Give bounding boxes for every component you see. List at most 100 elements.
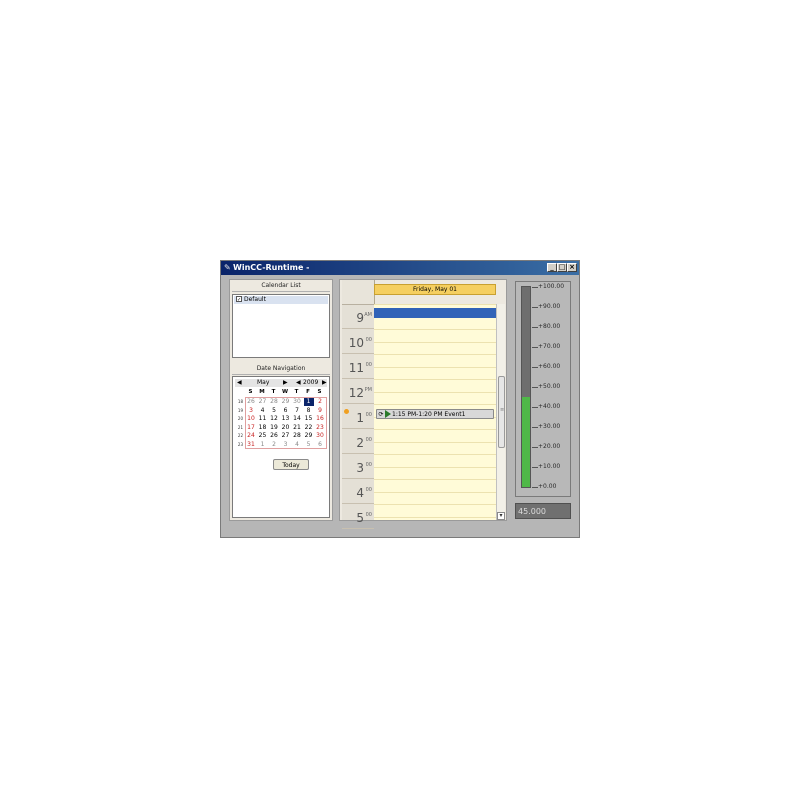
calendar-day[interactable]: 26: [246, 398, 256, 406]
gauge-scale-label: +100.00: [538, 283, 565, 290]
hour-slot: 10 00: [342, 329, 374, 354]
gauge-scale-label: +70.00: [538, 343, 561, 350]
gauge-scale-label: +60.00: [538, 363, 561, 370]
left-panel: Calendar List ✓ Default Date Navigation ◀…: [229, 279, 333, 521]
date-navigation-header: Date Navigation: [232, 364, 330, 375]
weekday-label: T: [294, 389, 299, 395]
app-icon: ✎: [224, 263, 231, 272]
hour-label: 3: [356, 461, 364, 475]
calendar-day[interactable]: 1: [303, 398, 314, 406]
calendar-day[interactable]: 29: [304, 432, 314, 440]
selected-time-slot[interactable]: [374, 308, 496, 318]
calendar-day[interactable]: 12: [269, 415, 279, 423]
calendar-day[interactable]: 3: [281, 441, 291, 449]
calendar-day[interactable]: 19: [269, 424, 279, 432]
calendar-day[interactable]: 30: [315, 432, 325, 440]
calendar-day[interactable]: 6: [315, 441, 325, 449]
hour-label: 10: [348, 336, 364, 350]
calendar-list: ✓ Default: [232, 294, 330, 358]
calendar-checkbox[interactable]: ✓: [236, 296, 242, 303]
calendar-day[interactable]: 8: [304, 407, 314, 415]
grid-line: [374, 366, 496, 368]
calendar-list-item[interactable]: ✓ Default: [234, 296, 328, 304]
gauge-track: [521, 286, 531, 488]
calendar-day[interactable]: 27: [281, 432, 291, 440]
scroll-down-icon[interactable]: ▾: [497, 512, 505, 520]
gauge-scale-label: +90.00: [538, 303, 561, 310]
calendar-day[interactable]: 6: [281, 407, 291, 415]
grid-line: [374, 516, 496, 518]
week-number: 18: [237, 399, 243, 404]
calendar-day[interactable]: 11: [258, 415, 268, 423]
calendar-day[interactable]: 21: [292, 424, 302, 432]
calendar-day[interactable]: 1: [258, 441, 268, 449]
grid-line: [374, 304, 496, 305]
title-bar[interactable]: ✎ WinCC-Runtime - _ □ ×: [221, 261, 579, 275]
prev-year-icon[interactable]: ◀: [296, 379, 301, 387]
gauge-scale-label: +40.00: [538, 403, 561, 410]
next-year-icon[interactable]: ▶: [322, 379, 327, 387]
hour-slot: 12 PM: [342, 379, 374, 404]
calendar-day[interactable]: 15: [304, 415, 314, 423]
calendar-day[interactable]: 29: [281, 398, 291, 406]
calendar-day[interactable]: 9: [315, 407, 325, 415]
gauge-scale-label: +10.00: [538, 463, 561, 470]
calendar-day[interactable]: 17: [246, 424, 256, 432]
grid-line: [374, 391, 496, 393]
prev-month-icon[interactable]: ◀: [237, 379, 242, 387]
gauge-fill: [522, 397, 530, 487]
calendar-day[interactable]: 28: [292, 432, 302, 440]
event-item[interactable]: ⟳ 1:15 PM-1:20 PM Event1: [376, 409, 494, 419]
day-date-header[interactable]: Friday, May 01: [374, 284, 496, 295]
day-view-scrollbar[interactable]: ≡ ▾: [496, 304, 505, 520]
calendar-day[interactable]: 25: [258, 432, 268, 440]
next-month-icon[interactable]: ▶: [283, 379, 288, 387]
minimize-button[interactable]: _: [547, 263, 557, 272]
today-button[interactable]: Today: [273, 459, 309, 470]
calendar-day[interactable]: 30: [292, 398, 302, 406]
calendar-day[interactable]: 23: [315, 424, 325, 432]
calendar-day[interactable]: 4: [292, 441, 302, 449]
time-column: 9 AM 10 00 11 00 12 PM 1 00 2 00 3 00 4 00 5 00: [342, 280, 375, 529]
calendar-day[interactable]: 20: [281, 424, 291, 432]
grid-line: [374, 504, 496, 505]
value-readout: 45.000: [515, 503, 571, 519]
grid-line: [374, 491, 496, 493]
hour-suffix: 00: [365, 362, 372, 368]
hour-label: 11: [348, 361, 364, 375]
calendar-day[interactable]: 4: [258, 407, 268, 415]
calendar-day[interactable]: 7: [292, 407, 302, 415]
time-column-corner: [342, 280, 374, 305]
current-time-marker: [344, 409, 349, 414]
calendar-day[interactable]: 26: [269, 432, 279, 440]
calendar-day[interactable]: 22: [304, 424, 314, 432]
bar-gauge: +100.00 +90.00 +80.00 +70.00 +60.00 +50.00 +40…: [515, 281, 571, 497]
calendar-day[interactable]: 5: [269, 407, 279, 415]
calendar-day[interactable]: 24: [246, 432, 256, 440]
grid-line: [374, 454, 496, 455]
gauge-scale-label: +20.00: [538, 443, 561, 450]
calendar-day[interactable]: 10: [246, 415, 256, 423]
calendar-day[interactable]: 31: [246, 441, 256, 449]
calendar-day[interactable]: 2: [269, 441, 279, 449]
scrollbar-thumb[interactable]: ≡: [498, 376, 505, 448]
calendar-day[interactable]: 27: [258, 398, 268, 406]
weekday-label: F: [306, 389, 310, 395]
calendar-day[interactable]: 18: [258, 424, 268, 432]
week-number: 21: [237, 424, 243, 430]
recurrence-icon: ⟳: [378, 411, 384, 418]
calendar-day[interactable]: 28: [269, 398, 279, 406]
hour-suffix: 00: [365, 487, 372, 493]
close-button[interactable]: ×: [567, 263, 577, 272]
day-view: 9 AM 10 00 11 00 12 PM 1 00 2 00 3 00 4 00 5 00 Friday, M…: [339, 279, 507, 529]
calendar-day[interactable]: 16: [315, 415, 325, 423]
calendar-day[interactable]: 3: [246, 407, 256, 415]
calendar-day[interactable]: 14: [292, 415, 302, 423]
calendar-day[interactable]: 5: [304, 441, 314, 449]
hour-slot: 5 00: [342, 504, 374, 529]
calendar-day[interactable]: 13: [281, 415, 291, 423]
hour-suffix: 00: [365, 337, 372, 343]
maximize-button[interactable]: □: [557, 263, 567, 272]
hour-suffix: 00: [365, 412, 372, 418]
calendar-day[interactable]: 2: [315, 398, 325, 406]
